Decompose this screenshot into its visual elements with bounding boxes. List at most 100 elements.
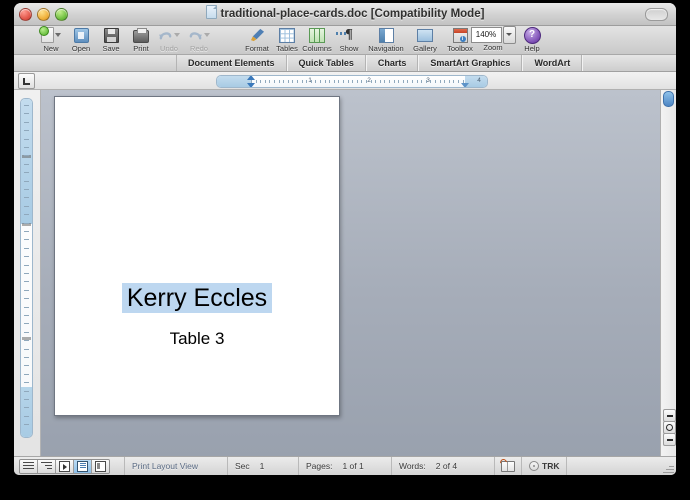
toolbar-button-new[interactable]: New [36,26,66,53]
ruler-tick [333,80,335,83]
window-title-text: traditional-place-cards.doc [Compatibili… [220,8,485,20]
tab-strip-filler [582,55,676,71]
right-indent-marker[interactable] [461,83,469,87]
vertical-scroll-thumb[interactable] [663,91,674,107]
view-button-notebook-view[interactable] [92,459,109,473]
vertical-ruler-tick [24,306,29,308]
left-indent-marker[interactable] [247,83,255,87]
vertical-ruler-tick [24,365,29,367]
toolbar-button-columns[interactable]: Columns [302,27,332,53]
text-line-table-number[interactable]: Table 3 [55,329,339,349]
vertical-ruler-tick [24,348,29,350]
navigation-pane-icon [378,27,394,43]
view-button-publishing-view[interactable] [56,459,74,473]
tab-wordart[interactable]: WordArt [522,55,583,71]
toolbar-zoom-control[interactable]: 140% Zoom [469,25,517,52]
status-section-key: Sec [235,461,250,471]
ruler-tick [320,80,321,83]
ruler-tick [278,80,280,83]
zoom-value-field[interactable]: 140% [470,26,502,43]
vertical-ruler-tick [24,121,29,123]
vertical-ruler-tick [24,247,29,249]
ruler-tick [260,80,262,83]
toolbar-button-undo[interactable]: Undo [154,27,184,53]
redo-arrow-icon [189,31,202,39]
chevron-down-icon[interactable] [55,33,61,37]
vertical-ruler-tick [24,189,29,190]
ruler-tick [306,80,308,83]
ruler-tick [421,80,423,83]
chevron-down-icon[interactable] [174,33,180,37]
toolbar-button-open[interactable]: Open [66,27,96,53]
view-button-draft-view[interactable] [20,459,38,473]
ruler-tick [329,80,331,83]
status-section-value: 1 [259,461,265,471]
document-icon [205,5,217,19]
document-page[interactable]: Kerry Eccles Table 3 [54,96,340,416]
toolbar-label-print: Print [133,44,149,53]
spelling-status-button[interactable] [494,457,521,475]
toolbar-button-format[interactable]: Format [242,27,272,53]
toggle-toolbar-button[interactable] [645,8,668,21]
ruler-tick [269,80,271,83]
ruler-tick [393,80,395,83]
horizontal-ruler[interactable]: 1 2 3 4 [216,75,488,88]
format-brush-icon [250,28,264,42]
chevron-down-icon[interactable] [204,33,210,37]
tab-smartart-graphics[interactable]: SmartArt Graphics [418,55,523,71]
view-button-outline-view[interactable] [38,459,56,473]
toolbar-button-help[interactable]: ? Help [517,26,547,53]
toolbar-button-navigation[interactable]: Navigation [364,27,408,53]
printer-icon [133,27,149,43]
toolbar-button-tables[interactable]: Tables [272,27,302,53]
vertical-ruler[interactable] [20,98,33,438]
help-question-icon: ? [523,26,541,44]
ruler-number-4: 4 [477,77,481,84]
columns-icon [309,27,325,43]
toolbar-button-show[interactable]: ¶ Show [334,27,364,54]
status-section: Sec 1 [227,457,298,475]
toolbar-button-print[interactable]: Print [126,27,156,53]
track-changes-button[interactable]: TRK [521,457,566,475]
ruler-tick [389,80,390,83]
vertical-ruler-tick [24,281,29,283]
toolbar-label-undo: Undo [160,44,178,53]
vertical-ruler-tick [24,239,29,241]
selected-text-kerry-eccles[interactable]: Kerry Eccles [121,283,273,313]
ruler-tick [338,80,340,83]
horizontal-ruler-row: 1 2 3 4 [14,72,676,90]
toolbar-button-redo[interactable]: Redo [184,27,214,53]
ruler-tick [347,80,349,83]
toolbar-button-save[interactable]: Save [96,27,126,53]
resize-grip[interactable] [662,462,674,474]
view-button-print-layout-view[interactable] [74,459,92,473]
browse-next-page-button[interactable] [663,433,676,446]
tab-stop-selector-icon[interactable] [18,72,35,89]
vertical-scrollbar[interactable] [660,90,676,456]
ruler-tick [315,80,317,83]
toolbar-label-format: Format [245,44,269,53]
ruler-tick [412,80,413,83]
tab-document-elements[interactable]: Document Elements [176,55,287,71]
editor-area: Kerry Eccles Table 3 [14,90,676,456]
toolbar-label-save: Save [102,44,120,53]
toolbar-label-gallery: Gallery [413,44,437,53]
status-words-value: 2 of 4 [435,461,458,471]
document-canvas[interactable]: Kerry Eccles Table 3 [41,90,660,456]
undo-arrow-icon [159,31,172,39]
ruler-tick [287,80,289,83]
vertical-ruler-tick [24,147,29,148]
vertical-ruler-tick [24,231,29,232]
ruler-tick [301,80,303,83]
outline-view-icon [41,462,52,470]
publishing-view-icon [59,460,70,472]
draft-view-icon [23,462,34,470]
toolbar-button-gallery[interactable]: Gallery [408,27,442,53]
tables-grid-icon [279,27,295,43]
tab-quick-tables[interactable]: Quick Tables [286,55,366,71]
toolbar-label-help: Help [524,44,540,53]
main-toolbar: New Open Save Print Undo Redo Format Tab… [14,25,676,55]
tab-charts[interactable]: Charts [365,55,419,71]
zoom-dropdown-button[interactable] [502,25,516,44]
elements-gallery-tabs: Document Elements Quick Tables Charts Sm… [14,55,676,72]
